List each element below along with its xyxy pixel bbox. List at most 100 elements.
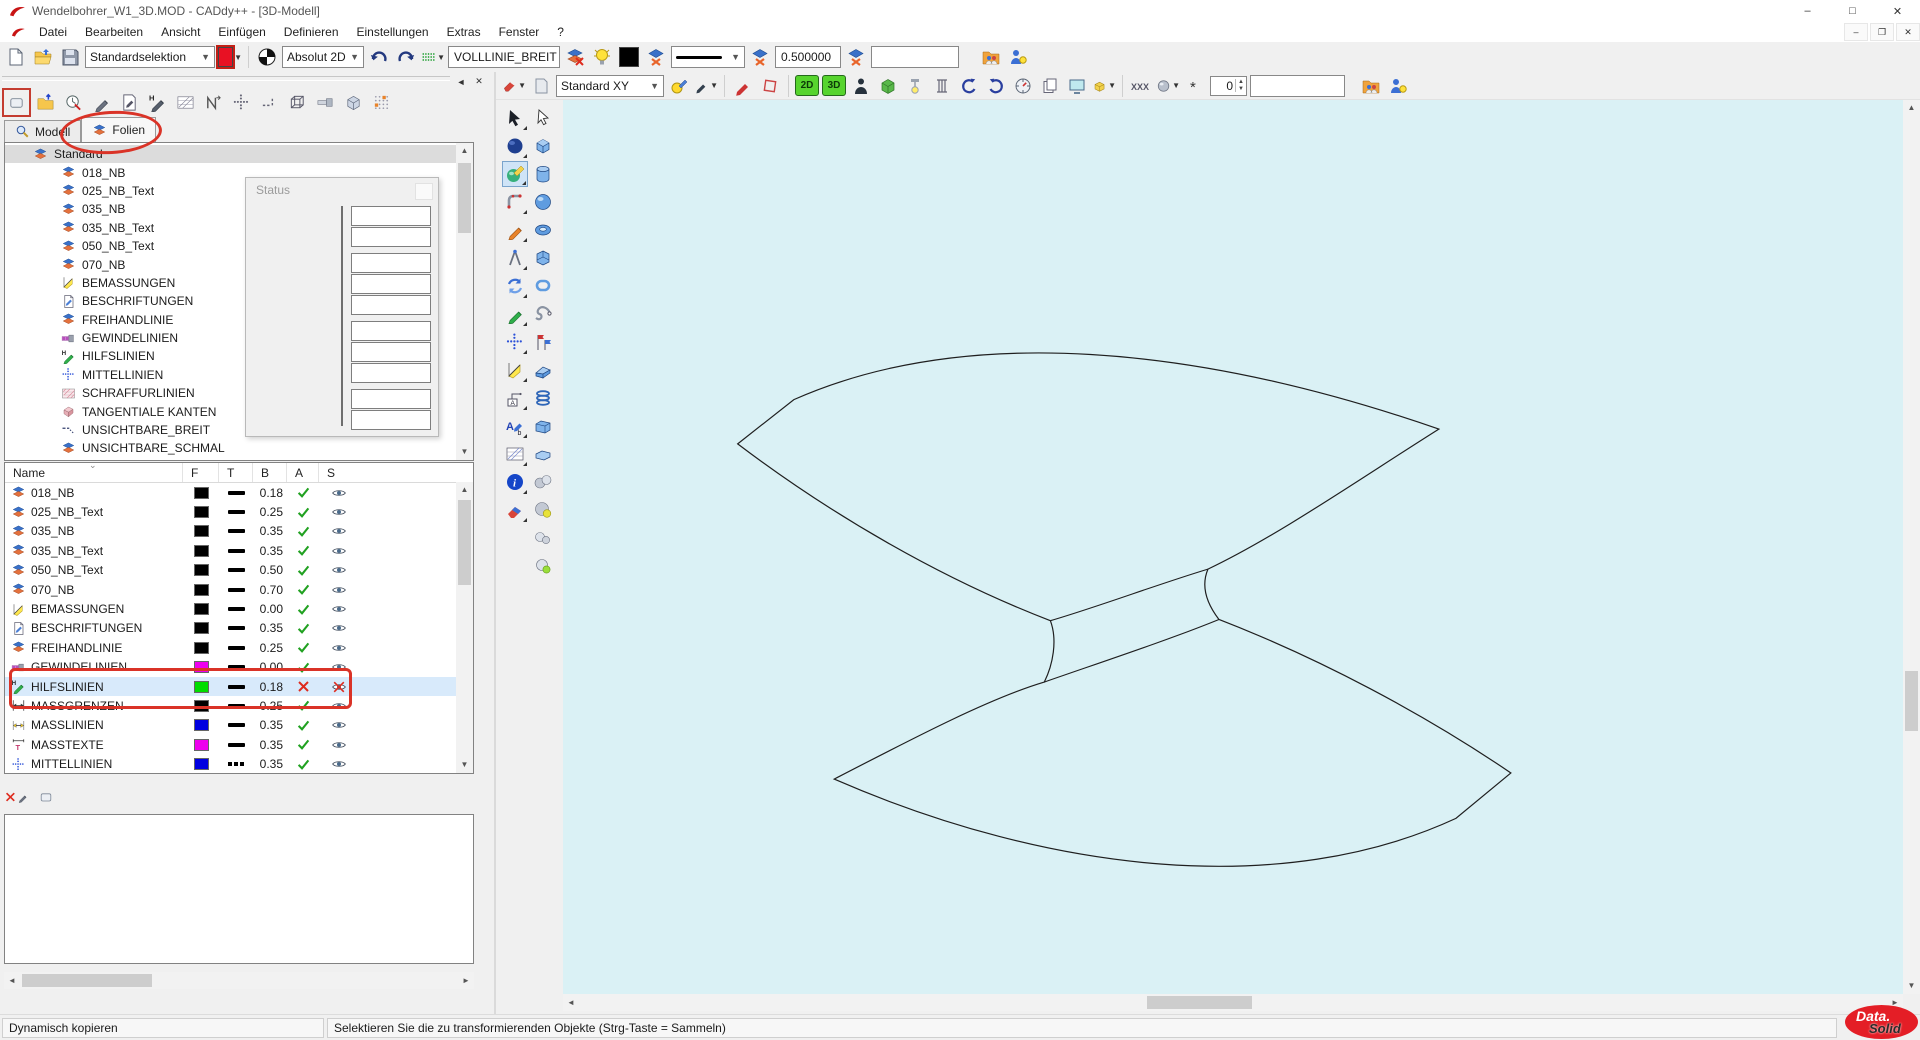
layer-color-swatch[interactable] [194,681,209,693]
linestyle-solid[interactable] [228,646,245,650]
menu-extras[interactable]: Extras [438,23,490,41]
flags-tool-button[interactable] [530,329,556,355]
cube-primitive-button[interactable] [530,133,556,159]
centerline-button[interactable] [228,89,255,116]
column-header-b[interactable]: B [253,463,287,482]
layer-color-swatch[interactable] [194,700,209,712]
erase-tool-button[interactable] [2,88,31,117]
fit-view-button[interactable] [1065,74,1089,98]
mdi-restore-button[interactable]: ❐ [1870,23,1894,41]
cylinder-primitive-button[interactable] [530,161,556,187]
status-field[interactable] [351,389,431,409]
sheet-button[interactable] [529,74,553,98]
torus-primitive-button[interactable] [530,217,556,243]
layer-active-cross[interactable] [287,679,319,694]
solid-view-button[interactable] [876,74,900,98]
panel-close-button[interactable]: ✕ [471,74,487,89]
layer-row-035_nb[interactable]: 035_NB 0.35 [5,522,473,541]
view-combo[interactable]: Standard XY▼ [556,75,664,97]
layer-row-mittellinien[interactable]: MITTELLINIEN 0.35 [5,754,473,773]
helper-line-tool-button[interactable] [502,301,528,327]
layer-active-check[interactable] [287,660,319,675]
history-edit-button[interactable] [60,89,87,116]
spin-up-icon[interactable]: ▲ [1236,79,1246,86]
hatch-toggle-button[interactable]: XXX [1129,74,1153,98]
coordinate-mode-combo[interactable]: Absolut 2D▼ [282,46,364,68]
delete-filter-button[interactable] [4,785,28,809]
apply-color-to-layer-button[interactable] [644,45,668,69]
status-field[interactable] [351,410,431,430]
edit-layer-button[interactable] [88,89,115,116]
status-field[interactable] [351,274,431,294]
layer-visible-eye-off[interactable] [319,679,359,695]
linewidth-field[interactable]: 0.500000 [775,46,841,68]
status-field[interactable] [351,253,431,273]
layer-row-050_nb_text[interactable]: 050_NB_Text 0.50 [5,561,473,580]
coordinate-field[interactable] [1250,75,1345,97]
status-field[interactable] [351,206,431,226]
apply-width-to-layer-button[interactable] [844,45,868,69]
mdi-minimize-button[interactable]: – [1844,23,1868,41]
dimension-tool-button[interactable] [502,357,528,383]
info-tool-button[interactable]: i [502,469,528,495]
layer-active-check[interactable] [287,505,319,520]
boolean-cut-tool-button[interactable] [530,553,556,579]
layer-color-swatch[interactable] [194,564,209,576]
redo-button[interactable] [394,45,418,69]
helper-line-button[interactable]: H [144,89,171,116]
layer-row-bemassungen[interactable]: BEMASSUNGEN 0.00 [5,599,473,618]
menu-bearbeiten[interactable]: Bearbeiten [76,23,152,41]
linestyle-solid[interactable] [228,607,245,611]
linestyle-solid[interactable] [228,588,245,592]
pen-color-swatch[interactable] [617,45,641,69]
linestyle-combo[interactable]: ▼ [671,46,745,68]
spin-down-icon[interactable]: ▼ [1236,86,1246,93]
select-tool-button[interactable] [502,105,528,131]
layer-color-swatch[interactable] [194,506,209,518]
sketch-tool-button[interactable] [502,217,528,243]
tab-folien[interactable]: Folien [81,117,156,142]
linestyle-solid[interactable] [228,723,245,727]
fence-button[interactable] [200,89,227,116]
draw-sphere-button[interactable] [667,74,691,98]
layer-clear-button[interactable] [563,45,587,69]
grid-button[interactable]: ▼ [421,45,445,69]
mdi-close-button[interactable]: ✕ [1896,23,1920,41]
menu-definieren[interactable]: Definieren [275,23,348,41]
boolean-union-tool-button[interactable] [530,469,556,495]
linestyle-solid[interactable] [228,685,245,689]
extrude-tool-button[interactable] [530,273,556,299]
menu-einstellungen[interactable]: Einstellungen [348,23,438,41]
delete-button[interactable]: ▼ [502,74,526,98]
layer-active-check[interactable] [287,640,319,655]
mode-2d-button[interactable]: 2D [795,75,819,96]
copy-view-button[interactable] [1038,74,1062,98]
leader-label-tool-button[interactable]: A [502,385,528,411]
layer-color-swatch[interactable] [194,622,209,634]
linestyle-solid[interactable] [228,704,245,708]
observer-button[interactable] [849,74,873,98]
layer-active-check[interactable] [287,563,319,578]
linestyle-solid[interactable] [228,626,245,630]
status-field[interactable] [351,295,431,315]
boolean-intersect-tool-button[interactable] [530,525,556,551]
layer-row-massgrenzen[interactable]: MASSGRENZEN 0.25 [5,696,473,715]
wedge-primitive-button[interactable] [530,357,556,383]
linestyle-solid[interactable] [228,510,245,514]
layer-visible-eye[interactable] [319,543,359,559]
boolean-subtract-tool-button[interactable] [530,497,556,523]
layer-row-freihandlinie[interactable]: FREIHANDLINIE 0.25 [5,638,473,657]
panel-collapse-button[interactable]: ◄ [453,74,469,89]
canvas-hscrollbar[interactable]: ◄ ► [563,994,1903,1011]
erase-tool-button[interactable] [502,497,528,523]
layer-color-swatch[interactable] [194,487,209,499]
status-dialog-button[interactable] [415,183,433,200]
hidden-edge-button[interactable] [256,89,283,116]
layer-color-swatch[interactable] [194,525,209,537]
layer-row-035_nb_text[interactable]: 035_NB_Text 0.35 [5,541,473,560]
prism-primitive-button[interactable] [530,245,556,271]
layer-visible-eye[interactable] [319,504,359,520]
rotate-right-button[interactable] [984,74,1008,98]
layer-active-check[interactable] [287,621,319,636]
level-spinner[interactable]: 0▲▼ [1210,76,1247,96]
